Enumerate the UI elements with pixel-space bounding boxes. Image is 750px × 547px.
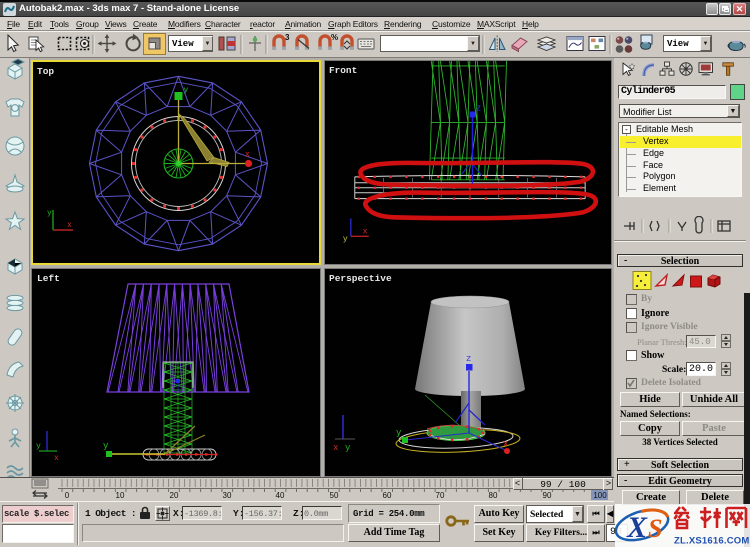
svg-text:X: X — [626, 511, 648, 544]
svg-text:100: 100 — [593, 491, 607, 500]
svg-text:y: y — [184, 86, 189, 95]
svg-text:20: 20 — [170, 491, 179, 500]
svg-text:0: 0 — [65, 491, 70, 500]
svg-text:90: 90 — [543, 491, 552, 500]
svg-text:10: 10 — [116, 491, 125, 500]
svg-text:x: x — [363, 227, 368, 236]
svg-text:S: S — [648, 514, 662, 543]
svg-text:y: y — [103, 441, 109, 451]
svg-text:y: y — [343, 235, 348, 244]
svg-text:y: y — [345, 443, 351, 453]
svg-text:70: 70 — [436, 491, 445, 500]
svg-text:z: z — [476, 104, 481, 114]
svg-text:y: y — [36, 442, 41, 451]
svg-text:x: x — [67, 221, 72, 230]
svg-text:Top: Top — [37, 66, 54, 77]
svg-text:50: 50 — [330, 491, 339, 500]
svg-text:40: 40 — [276, 491, 285, 500]
svg-text:y: y — [396, 428, 402, 438]
svg-text:60: 60 — [383, 491, 392, 500]
svg-text:Perspective: Perspective — [329, 273, 392, 284]
svg-text:ZL.XS1616.COM: ZL.XS1616.COM — [674, 536, 749, 547]
svg-text:80: 80 — [489, 491, 498, 500]
svg-text:x: x — [245, 151, 250, 160]
svg-text:y: y — [47, 209, 52, 218]
svg-text:30: 30 — [223, 491, 232, 500]
svg-text:Front: Front — [329, 65, 357, 76]
svg-text:x: x — [333, 443, 338, 453]
svg-text:z: z — [466, 354, 471, 364]
svg-text:Left: Left — [37, 273, 60, 284]
svg-text:x: x — [503, 439, 508, 449]
svg-text:x: x — [54, 454, 59, 463]
